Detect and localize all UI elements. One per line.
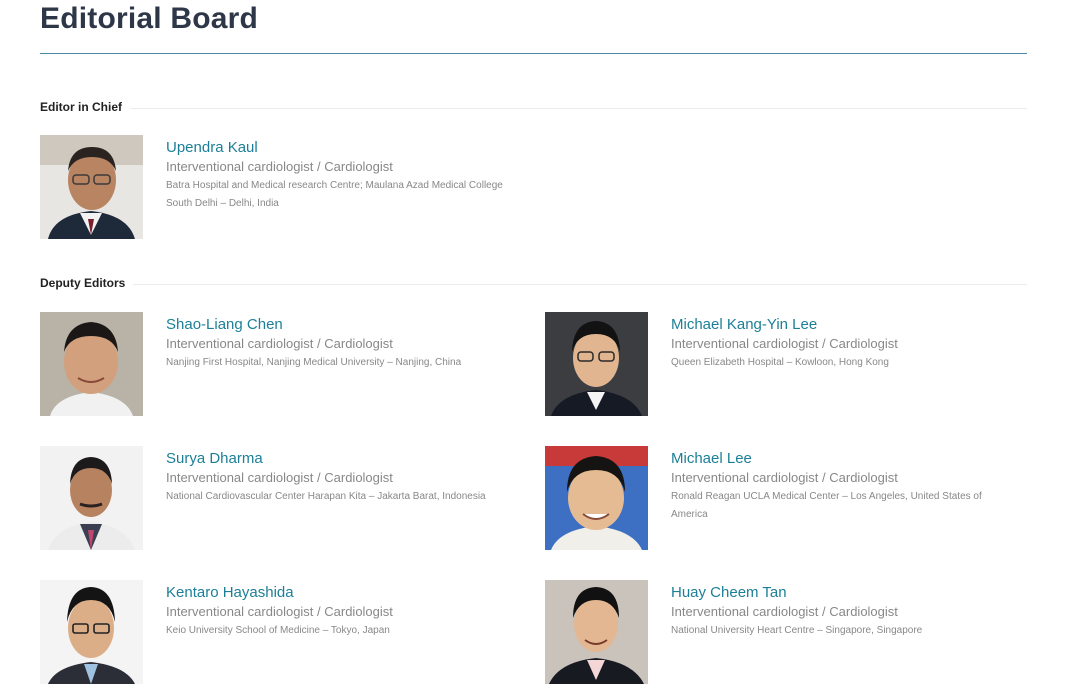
portrait-photo-icon: [40, 580, 143, 684]
section-header-deputy-editors: Deputy Editors: [40, 276, 1027, 292]
editor-photo: [40, 135, 143, 239]
editor-info: Huay Cheem Tan Interventional cardiologi…: [671, 584, 1031, 640]
editor-photo: [40, 312, 143, 416]
section-header-editor-in-chief: Editor in Chief: [40, 100, 1027, 116]
portrait-photo-icon: [545, 312, 648, 416]
section-divider: [40, 108, 1027, 109]
portrait-photo-icon: [40, 135, 143, 239]
editor-location: America: [671, 509, 708, 520]
editor-affiliation: Batra Hospital and Medical research Cent…: [166, 180, 503, 191]
portrait-photo-icon: [545, 446, 648, 550]
editorial-board-page: Editorial Board Editor in Chief Upendra …: [0, 0, 1080, 686]
editor-photo: [545, 446, 648, 550]
editor-photo: [40, 580, 143, 684]
editor-name-link[interactable]: Kentaro Hayashida: [166, 584, 526, 602]
editor-name-link[interactable]: Michael Kang-Yin Lee: [671, 316, 1031, 334]
editor-photo: [40, 446, 143, 550]
editor-card: Shao-Liang Chen Interventional cardiolog…: [40, 312, 520, 422]
section-divider: [40, 284, 1027, 285]
editor-role: Interventional cardiologist / Cardiologi…: [671, 470, 898, 485]
editor-card: Michael Lee Interventional cardiologist …: [545, 446, 1025, 556]
page-title: Editorial Board: [40, 2, 259, 35]
editor-affiliation: Ronald Reagan UCLA Medical Center – Los …: [671, 491, 982, 502]
editor-name-link[interactable]: Huay Cheem Tan: [671, 584, 1031, 602]
editor-info: Shao-Liang Chen Interventional cardiolog…: [166, 316, 526, 372]
portrait-photo-icon: [40, 312, 143, 416]
section-label: Editor in Chief: [40, 100, 130, 114]
editor-info: Surya Dharma Interventional cardiologist…: [166, 450, 526, 506]
editor-location: South Delhi – Delhi, India: [166, 198, 279, 209]
editor-name-link[interactable]: Upendra Kaul: [166, 139, 526, 157]
editor-affiliation: National University Heart Centre – Singa…: [671, 625, 923, 636]
editor-card: Michael Kang-Yin Lee Interventional card…: [545, 312, 1025, 422]
editor-affiliation: Nanjing First Hospital, Nanjing Medical …: [166, 357, 462, 368]
editor-name-link[interactable]: Shao-Liang Chen: [166, 316, 526, 334]
editor-info: Michael Lee Interventional cardiologist …: [671, 450, 1031, 524]
editor-card: Surya Dharma Interventional cardiologist…: [40, 446, 520, 556]
editor-photo: [545, 580, 648, 684]
editor-name-link[interactable]: Michael Lee: [671, 450, 1031, 468]
portrait-photo-icon: [40, 446, 143, 550]
section-label: Deputy Editors: [40, 276, 134, 290]
portrait-photo-icon: [545, 580, 648, 684]
editor-affiliation: National Cardiovascular Center Harapan K…: [166, 491, 486, 502]
editor-card: Kentaro Hayashida Interventional cardiol…: [40, 580, 520, 690]
editor-card: Upendra Kaul Interventional cardiologist…: [40, 135, 520, 245]
editor-photo: [545, 312, 648, 416]
editor-affiliation: Keio University School of Medicine – Tok…: [166, 625, 390, 636]
editor-role: Interventional cardiologist / Cardiologi…: [671, 604, 898, 619]
editor-info: Kentaro Hayashida Interventional cardiol…: [166, 584, 526, 640]
editor-info: Michael Kang-Yin Lee Interventional card…: [671, 316, 1031, 372]
editor-affiliation: Queen Elizabeth Hospital – Kowloon, Hong…: [671, 357, 889, 368]
editor-card: Huay Cheem Tan Interventional cardiologi…: [545, 580, 1025, 690]
editor-info: Upendra Kaul Interventional cardiologist…: [166, 139, 526, 213]
editor-role: Interventional cardiologist / Cardiologi…: [166, 470, 393, 485]
editor-role: Interventional cardiologist / Cardiologi…: [166, 604, 393, 619]
editor-role: Interventional cardiologist / Cardiologi…: [671, 336, 898, 351]
editor-name-link[interactable]: Surya Dharma: [166, 450, 526, 468]
editor-role: Interventional cardiologist / Cardiologi…: [166, 159, 393, 174]
editor-role: Interventional cardiologist / Cardiologi…: [166, 336, 393, 351]
title-divider: [40, 53, 1027, 54]
